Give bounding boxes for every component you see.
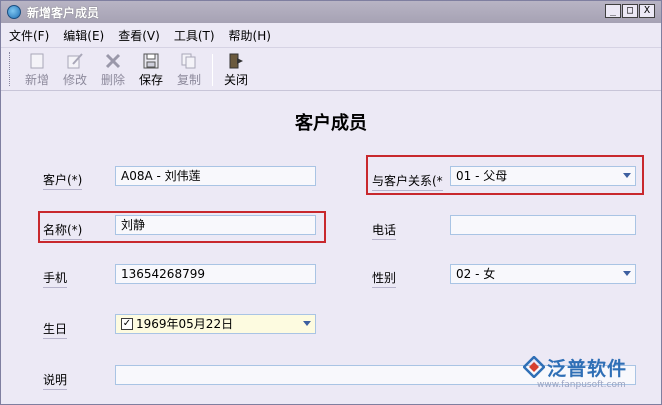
phone-field[interactable] xyxy=(450,215,636,235)
birthday-datepicker[interactable]: ✓ 1969年05月22日 xyxy=(115,314,316,334)
toolbar-grip[interactable] xyxy=(9,52,12,86)
watermark-logo: 泛普软件 www.fanpusoft.com xyxy=(523,354,653,394)
gender-combo[interactable]: 02 - 女 xyxy=(450,264,636,284)
minimize-button[interactable]: _ xyxy=(605,4,621,18)
watermark-brand: 泛普软件 xyxy=(547,358,628,380)
window-controls: _ □ X xyxy=(605,4,655,18)
mobile-label: 手机 xyxy=(43,269,68,288)
gender-label: 性别 xyxy=(372,269,397,288)
gender-value: 02 - 女 xyxy=(456,267,496,281)
close-form-button[interactable]: 关闭 xyxy=(217,48,255,88)
menu-tools[interactable]: 工具(T) xyxy=(174,27,215,44)
customer-field[interactable]: A08A - 刘伟莲 xyxy=(115,166,316,186)
delete-button-label: 删除 xyxy=(100,73,125,87)
chevron-down-icon[interactable] xyxy=(623,271,631,276)
note-label: 说明 xyxy=(43,371,68,390)
exit-door-icon xyxy=(228,52,244,70)
mobile-field[interactable]: 13654268799 xyxy=(115,264,316,284)
toolbar-separator xyxy=(212,54,213,86)
menu-view[interactable]: 查看(V) xyxy=(118,27,160,44)
new-doc-icon xyxy=(29,52,45,70)
chevron-down-icon[interactable] xyxy=(303,321,311,326)
close-form-button-label: 关闭 xyxy=(223,73,248,87)
new-button[interactable]: 新增 xyxy=(18,48,56,88)
watermark-url: www.fanpusoft.com xyxy=(537,380,626,390)
brand-logo-icon xyxy=(523,356,545,378)
birthday-value: 1969年05月22日 xyxy=(136,317,234,331)
birthday-label: 生日 xyxy=(43,320,68,339)
edit-button[interactable]: 修改 xyxy=(56,48,94,88)
customer-label: 客户(*) xyxy=(43,171,83,190)
copy-icon xyxy=(181,52,197,70)
menu-edit[interactable]: 编辑(E) xyxy=(63,27,104,44)
chevron-down-icon[interactable] xyxy=(623,173,631,178)
birthday-checkbox[interactable]: ✓ xyxy=(121,317,133,330)
menu-help[interactable]: 帮助(H) xyxy=(229,27,271,44)
relation-combo[interactable]: 01 - 父母 xyxy=(450,166,636,186)
phone-label: 电话 xyxy=(372,221,397,240)
app-icon xyxy=(7,5,21,19)
name-label: 名称(*) xyxy=(43,221,83,240)
relation-value: 01 - 父母 xyxy=(456,169,508,183)
customer-member-window: 新增客户成员 _ □ X 文件(F) 编辑(E) 查看(V) 工具(T) 帮助(… xyxy=(0,0,662,405)
form-title: 客户成员 xyxy=(295,113,367,134)
name-field[interactable]: 刘静 xyxy=(115,215,316,235)
edit-icon xyxy=(67,52,83,70)
relation-label: 与客户关系(* xyxy=(372,172,443,191)
save-button[interactable]: 保存 xyxy=(132,48,170,88)
menu-bar: 文件(F) 编辑(E) 查看(V) 工具(T) 帮助(H) xyxy=(1,24,661,46)
delete-button[interactable]: 删除 xyxy=(94,48,132,88)
window-title: 新增客户成员 xyxy=(27,5,100,20)
copy-button-label: 复制 xyxy=(176,73,201,87)
edit-button-label: 修改 xyxy=(62,73,87,87)
copy-button[interactable]: 复制 xyxy=(170,48,208,88)
save-button-label: 保存 xyxy=(138,73,163,87)
delete-x-icon xyxy=(105,52,121,70)
maximize-button[interactable]: □ xyxy=(622,4,638,18)
new-button-label: 新增 xyxy=(24,73,49,87)
title-bar: 新增客户成员 _ □ X xyxy=(1,1,661,23)
toolbar: 新增 修改 删除 保存 复制 关闭 xyxy=(1,47,661,91)
menu-file[interactable]: 文件(F) xyxy=(9,27,49,44)
close-button[interactable]: X xyxy=(639,4,655,18)
save-disk-icon xyxy=(143,52,159,70)
